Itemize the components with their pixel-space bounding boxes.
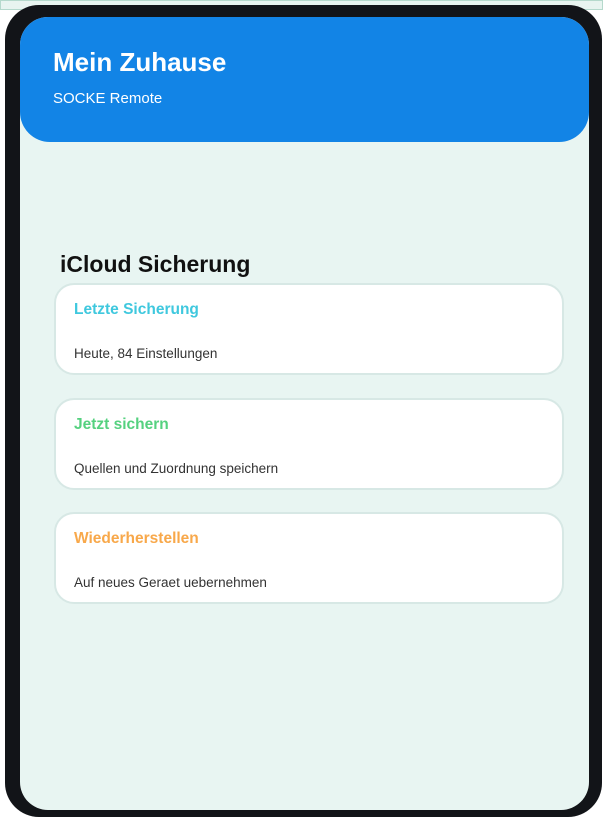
restore-card[interactable]: Wiederherstellen Auf neues Geraet uebern… xyxy=(54,512,564,604)
app-title: Mein Zuhause xyxy=(53,47,227,77)
tablet-device-frame: Mein Zuhause SOCKE Remote iCloud Sicheru… xyxy=(5,5,602,817)
card-title: Letzte Sicherung xyxy=(74,301,199,318)
card-title: Wiederherstellen xyxy=(74,530,199,547)
section-title: iCloud Sicherung xyxy=(60,251,251,278)
app-screen: Mein Zuhause SOCKE Remote iCloud Sicheru… xyxy=(20,17,589,810)
last-backup-card[interactable]: Letzte Sicherung Heute, 84 Einstellungen xyxy=(54,283,564,375)
backup-now-card[interactable]: Jetzt sichern Quellen und Zuordnung spei… xyxy=(54,398,564,490)
app-subtitle: SOCKE Remote xyxy=(53,90,163,107)
app-header: Mein Zuhause SOCKE Remote xyxy=(20,17,589,142)
card-detail: Auf neues Geraet uebernehmen xyxy=(74,575,267,590)
card-title: Jetzt sichern xyxy=(74,416,169,433)
card-detail: Quellen und Zuordnung speichern xyxy=(74,461,279,476)
card-detail: Heute, 84 Einstellungen xyxy=(74,346,218,361)
